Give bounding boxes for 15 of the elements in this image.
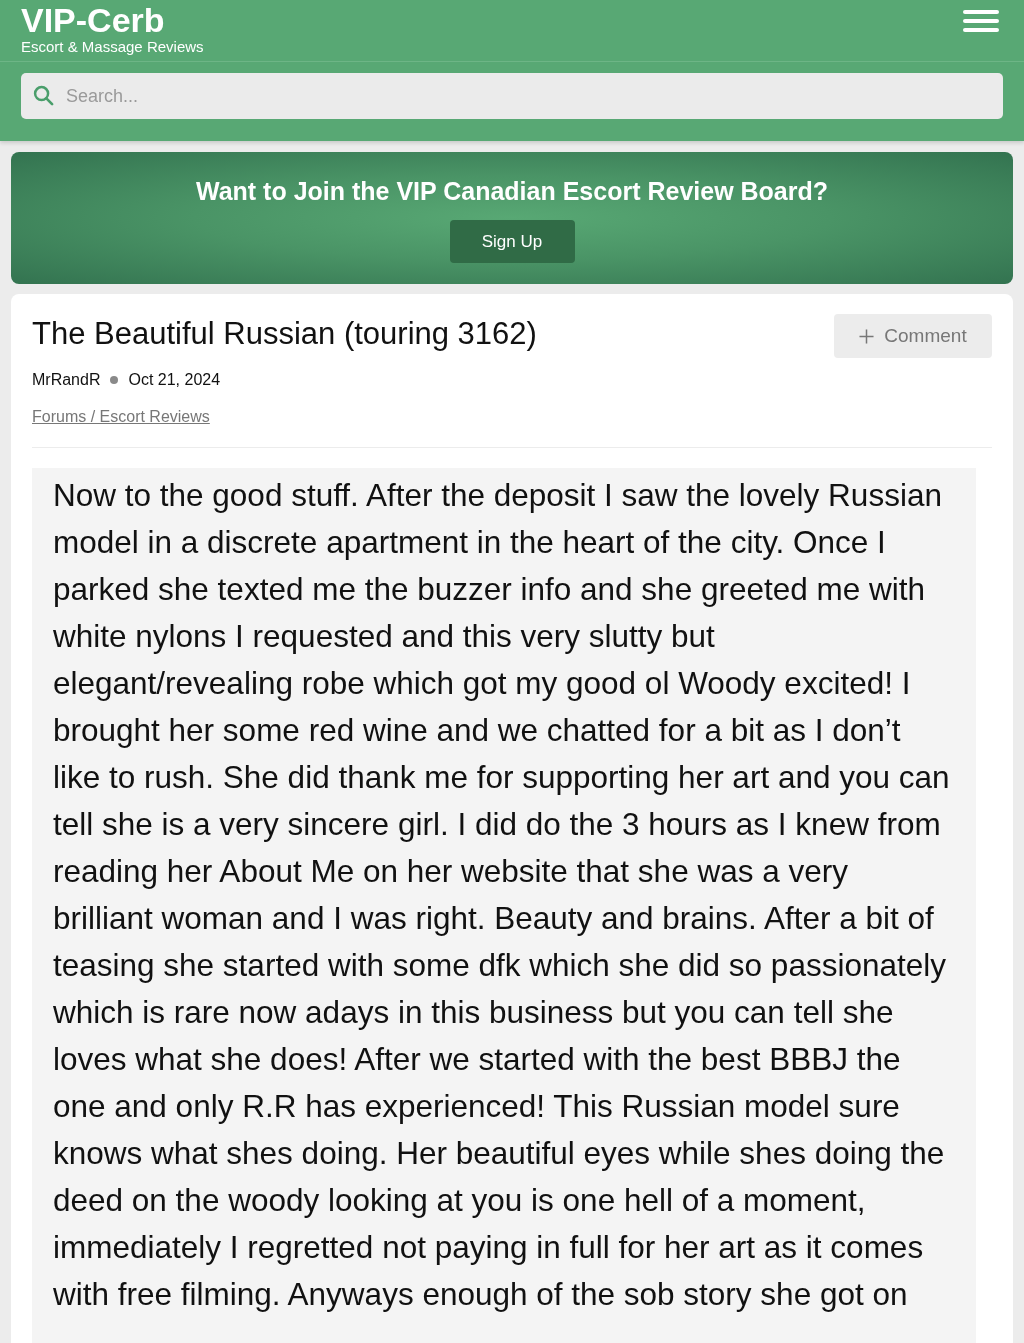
plus-icon [859, 328, 875, 344]
separator-dot-icon [110, 376, 119, 384]
search-field[interactable]: Search... [21, 73, 1003, 119]
banner-heading: Want to Join the VIP Canadian Escort Review Board? [195, 176, 829, 206]
sign-up-button[interactable]: Sign Up [449, 220, 575, 263]
post-title: The Beautiful Russian (touring 3162) [32, 315, 537, 353]
site-tagline: Escort & Massage Reviews [21, 38, 204, 56]
post-date: Oct 21, 2024 [128, 370, 221, 390]
menu-icon[interactable] [963, 10, 999, 32]
search-icon [33, 85, 54, 106]
post-body-text: Now to the good stuff. After the deposit I saw the lovely Russian model in a discrete apartment in the heart of the city. Once I parked she texted me the buzzer info and she greeted me with white nylons I requested and this very slutty but elegant/revealing robe which got my good ol Woody excited! I brought her some red wine and we chatted for a bit as I don’t like to rush. She did thank me for supporting her art and you can tell she is a very sincere girl. I did do the 3 hours as I knew from reading her About Me on her website that she was a very brilliant woman and I was right. Beauty and brains. After a bit of teasing she started with some dfk which she did so passionately which is rare now adays in this business but you can tell she loves what she does! After we started with the best BBBJ the one and only R.R has experienced! This Russian model sure knows what shes doing. Her beautiful eyes while shes doing the deed on the woody looking at you is one hell of a moment, immediately I regretted not paying in full for her art as it comes with free filming. Anyways enough of the sob story she got on [53, 476, 951, 1314]
post-author[interactable]: MrRandR [32, 370, 101, 390]
site-logo[interactable]: VIP-Cerb [21, 2, 165, 38]
breadcrumb-link[interactable]: Forums / Escort Reviews [32, 407, 210, 427]
comment-button[interactable]: Comment [834, 314, 992, 358]
